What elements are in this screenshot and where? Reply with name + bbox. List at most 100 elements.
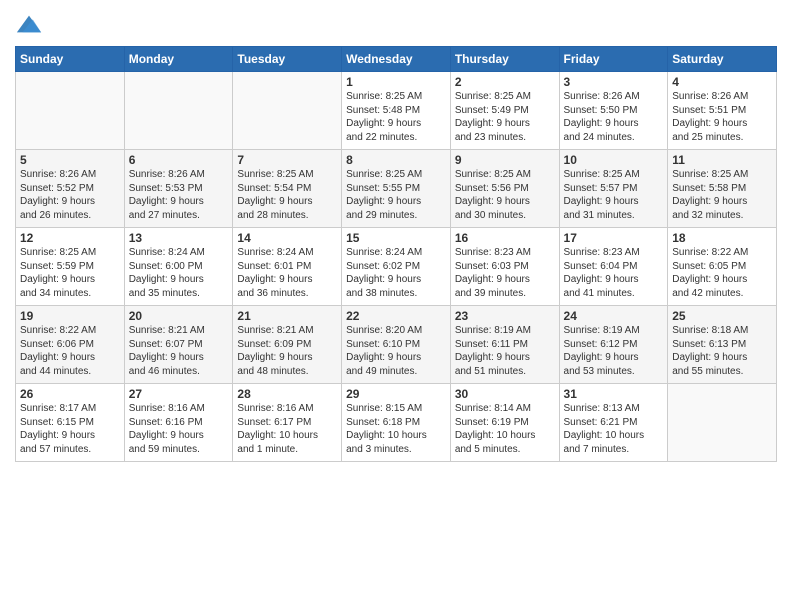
calendar-cell: 6Sunrise: 8:26 AM Sunset: 5:53 PM Daylig… (124, 150, 233, 228)
calendar-cell: 24Sunrise: 8:19 AM Sunset: 6:12 PM Dayli… (559, 306, 668, 384)
calendar-cell: 21Sunrise: 8:21 AM Sunset: 6:09 PM Dayli… (233, 306, 342, 384)
day-info: Sunrise: 8:13 AM Sunset: 6:21 PM Dayligh… (564, 402, 664, 456)
day-number: 16 (455, 231, 555, 245)
calendar-cell: 23Sunrise: 8:19 AM Sunset: 6:11 PM Dayli… (450, 306, 559, 384)
calendar-cell: 25Sunrise: 8:18 AM Sunset: 6:13 PM Dayli… (668, 306, 777, 384)
day-number: 2 (455, 75, 555, 89)
calendar-cell (124, 72, 233, 150)
day-number: 26 (20, 387, 120, 401)
calendar-cell: 2Sunrise: 8:25 AM Sunset: 5:49 PM Daylig… (450, 72, 559, 150)
weekday-header-sunday: Sunday (16, 47, 125, 72)
day-info: Sunrise: 8:17 AM Sunset: 6:15 PM Dayligh… (20, 402, 120, 456)
day-number: 11 (672, 153, 772, 167)
calendar-cell: 11Sunrise: 8:25 AM Sunset: 5:58 PM Dayli… (668, 150, 777, 228)
day-info: Sunrise: 8:18 AM Sunset: 6:13 PM Dayligh… (672, 324, 772, 378)
day-info: Sunrise: 8:25 AM Sunset: 5:56 PM Dayligh… (455, 168, 555, 222)
day-info: Sunrise: 8:25 AM Sunset: 5:54 PM Dayligh… (237, 168, 337, 222)
day-info: Sunrise: 8:14 AM Sunset: 6:19 PM Dayligh… (455, 402, 555, 456)
calendar-cell: 28Sunrise: 8:16 AM Sunset: 6:17 PM Dayli… (233, 384, 342, 462)
calendar-week-row: 5Sunrise: 8:26 AM Sunset: 5:52 PM Daylig… (16, 150, 777, 228)
calendar-cell: 22Sunrise: 8:20 AM Sunset: 6:10 PM Dayli… (342, 306, 451, 384)
day-info: Sunrise: 8:19 AM Sunset: 6:11 PM Dayligh… (455, 324, 555, 378)
day-info: Sunrise: 8:25 AM Sunset: 5:59 PM Dayligh… (20, 246, 120, 300)
day-number: 13 (129, 231, 229, 245)
logo-icon (15, 10, 43, 38)
calendar-week-row: 26Sunrise: 8:17 AM Sunset: 6:15 PM Dayli… (16, 384, 777, 462)
day-number: 30 (455, 387, 555, 401)
day-info: Sunrise: 8:25 AM Sunset: 5:57 PM Dayligh… (564, 168, 664, 222)
page: SundayMondayTuesdayWednesdayThursdayFrid… (0, 0, 792, 612)
calendar-cell: 14Sunrise: 8:24 AM Sunset: 6:01 PM Dayli… (233, 228, 342, 306)
day-info: Sunrise: 8:26 AM Sunset: 5:53 PM Dayligh… (129, 168, 229, 222)
day-number: 19 (20, 309, 120, 323)
day-info: Sunrise: 8:26 AM Sunset: 5:50 PM Dayligh… (564, 90, 664, 144)
day-info: Sunrise: 8:24 AM Sunset: 6:00 PM Dayligh… (129, 246, 229, 300)
weekday-header-tuesday: Tuesday (233, 47, 342, 72)
day-number: 5 (20, 153, 120, 167)
day-number: 7 (237, 153, 337, 167)
day-number: 31 (564, 387, 664, 401)
calendar-cell: 26Sunrise: 8:17 AM Sunset: 6:15 PM Dayli… (16, 384, 125, 462)
day-number: 22 (346, 309, 446, 323)
day-number: 27 (129, 387, 229, 401)
calendar-cell: 16Sunrise: 8:23 AM Sunset: 6:03 PM Dayli… (450, 228, 559, 306)
day-number: 14 (237, 231, 337, 245)
calendar-cell: 30Sunrise: 8:14 AM Sunset: 6:19 PM Dayli… (450, 384, 559, 462)
day-info: Sunrise: 8:16 AM Sunset: 6:16 PM Dayligh… (129, 402, 229, 456)
day-info: Sunrise: 8:25 AM Sunset: 5:58 PM Dayligh… (672, 168, 772, 222)
day-info: Sunrise: 8:22 AM Sunset: 6:05 PM Dayligh… (672, 246, 772, 300)
day-info: Sunrise: 8:21 AM Sunset: 6:09 PM Dayligh… (237, 324, 337, 378)
weekday-header-saturday: Saturday (668, 47, 777, 72)
calendar-cell: 10Sunrise: 8:25 AM Sunset: 5:57 PM Dayli… (559, 150, 668, 228)
day-info: Sunrise: 8:25 AM Sunset: 5:49 PM Dayligh… (455, 90, 555, 144)
day-number: 15 (346, 231, 446, 245)
calendar-week-row: 12Sunrise: 8:25 AM Sunset: 5:59 PM Dayli… (16, 228, 777, 306)
calendar-cell: 1Sunrise: 8:25 AM Sunset: 5:48 PM Daylig… (342, 72, 451, 150)
day-info: Sunrise: 8:15 AM Sunset: 6:18 PM Dayligh… (346, 402, 446, 456)
calendar-cell: 17Sunrise: 8:23 AM Sunset: 6:04 PM Dayli… (559, 228, 668, 306)
calendar-cell (16, 72, 125, 150)
day-number: 10 (564, 153, 664, 167)
day-number: 28 (237, 387, 337, 401)
weekday-header-monday: Monday (124, 47, 233, 72)
calendar-cell (668, 384, 777, 462)
calendar-cell: 4Sunrise: 8:26 AM Sunset: 5:51 PM Daylig… (668, 72, 777, 150)
calendar-table: SundayMondayTuesdayWednesdayThursdayFrid… (15, 46, 777, 462)
day-info: Sunrise: 8:21 AM Sunset: 6:07 PM Dayligh… (129, 324, 229, 378)
day-info: Sunrise: 8:26 AM Sunset: 5:52 PM Dayligh… (20, 168, 120, 222)
calendar-cell: 12Sunrise: 8:25 AM Sunset: 5:59 PM Dayli… (16, 228, 125, 306)
calendar-cell: 20Sunrise: 8:21 AM Sunset: 6:07 PM Dayli… (124, 306, 233, 384)
calendar-header: SundayMondayTuesdayWednesdayThursdayFrid… (16, 47, 777, 72)
day-number: 4 (672, 75, 772, 89)
day-number: 1 (346, 75, 446, 89)
weekday-header-friday: Friday (559, 47, 668, 72)
calendar-cell: 19Sunrise: 8:22 AM Sunset: 6:06 PM Dayli… (16, 306, 125, 384)
weekday-header-row: SundayMondayTuesdayWednesdayThursdayFrid… (16, 47, 777, 72)
header (15, 10, 777, 38)
day-number: 24 (564, 309, 664, 323)
day-info: Sunrise: 8:26 AM Sunset: 5:51 PM Dayligh… (672, 90, 772, 144)
calendar-cell: 15Sunrise: 8:24 AM Sunset: 6:02 PM Dayli… (342, 228, 451, 306)
day-number: 9 (455, 153, 555, 167)
day-info: Sunrise: 8:23 AM Sunset: 6:03 PM Dayligh… (455, 246, 555, 300)
calendar-cell: 3Sunrise: 8:26 AM Sunset: 5:50 PM Daylig… (559, 72, 668, 150)
weekday-header-wednesday: Wednesday (342, 47, 451, 72)
calendar-cell: 5Sunrise: 8:26 AM Sunset: 5:52 PM Daylig… (16, 150, 125, 228)
day-number: 18 (672, 231, 772, 245)
logo (15, 10, 47, 38)
calendar-cell: 8Sunrise: 8:25 AM Sunset: 5:55 PM Daylig… (342, 150, 451, 228)
day-info: Sunrise: 8:23 AM Sunset: 6:04 PM Dayligh… (564, 246, 664, 300)
day-number: 23 (455, 309, 555, 323)
calendar-cell: 18Sunrise: 8:22 AM Sunset: 6:05 PM Dayli… (668, 228, 777, 306)
day-info: Sunrise: 8:19 AM Sunset: 6:12 PM Dayligh… (564, 324, 664, 378)
calendar-cell: 31Sunrise: 8:13 AM Sunset: 6:21 PM Dayli… (559, 384, 668, 462)
calendar-cell: 13Sunrise: 8:24 AM Sunset: 6:00 PM Dayli… (124, 228, 233, 306)
day-info: Sunrise: 8:16 AM Sunset: 6:17 PM Dayligh… (237, 402, 337, 456)
day-number: 20 (129, 309, 229, 323)
calendar-cell: 9Sunrise: 8:25 AM Sunset: 5:56 PM Daylig… (450, 150, 559, 228)
calendar-cell: 29Sunrise: 8:15 AM Sunset: 6:18 PM Dayli… (342, 384, 451, 462)
calendar-cell: 27Sunrise: 8:16 AM Sunset: 6:16 PM Dayli… (124, 384, 233, 462)
day-number: 25 (672, 309, 772, 323)
day-info: Sunrise: 8:25 AM Sunset: 5:48 PM Dayligh… (346, 90, 446, 144)
day-number: 21 (237, 309, 337, 323)
